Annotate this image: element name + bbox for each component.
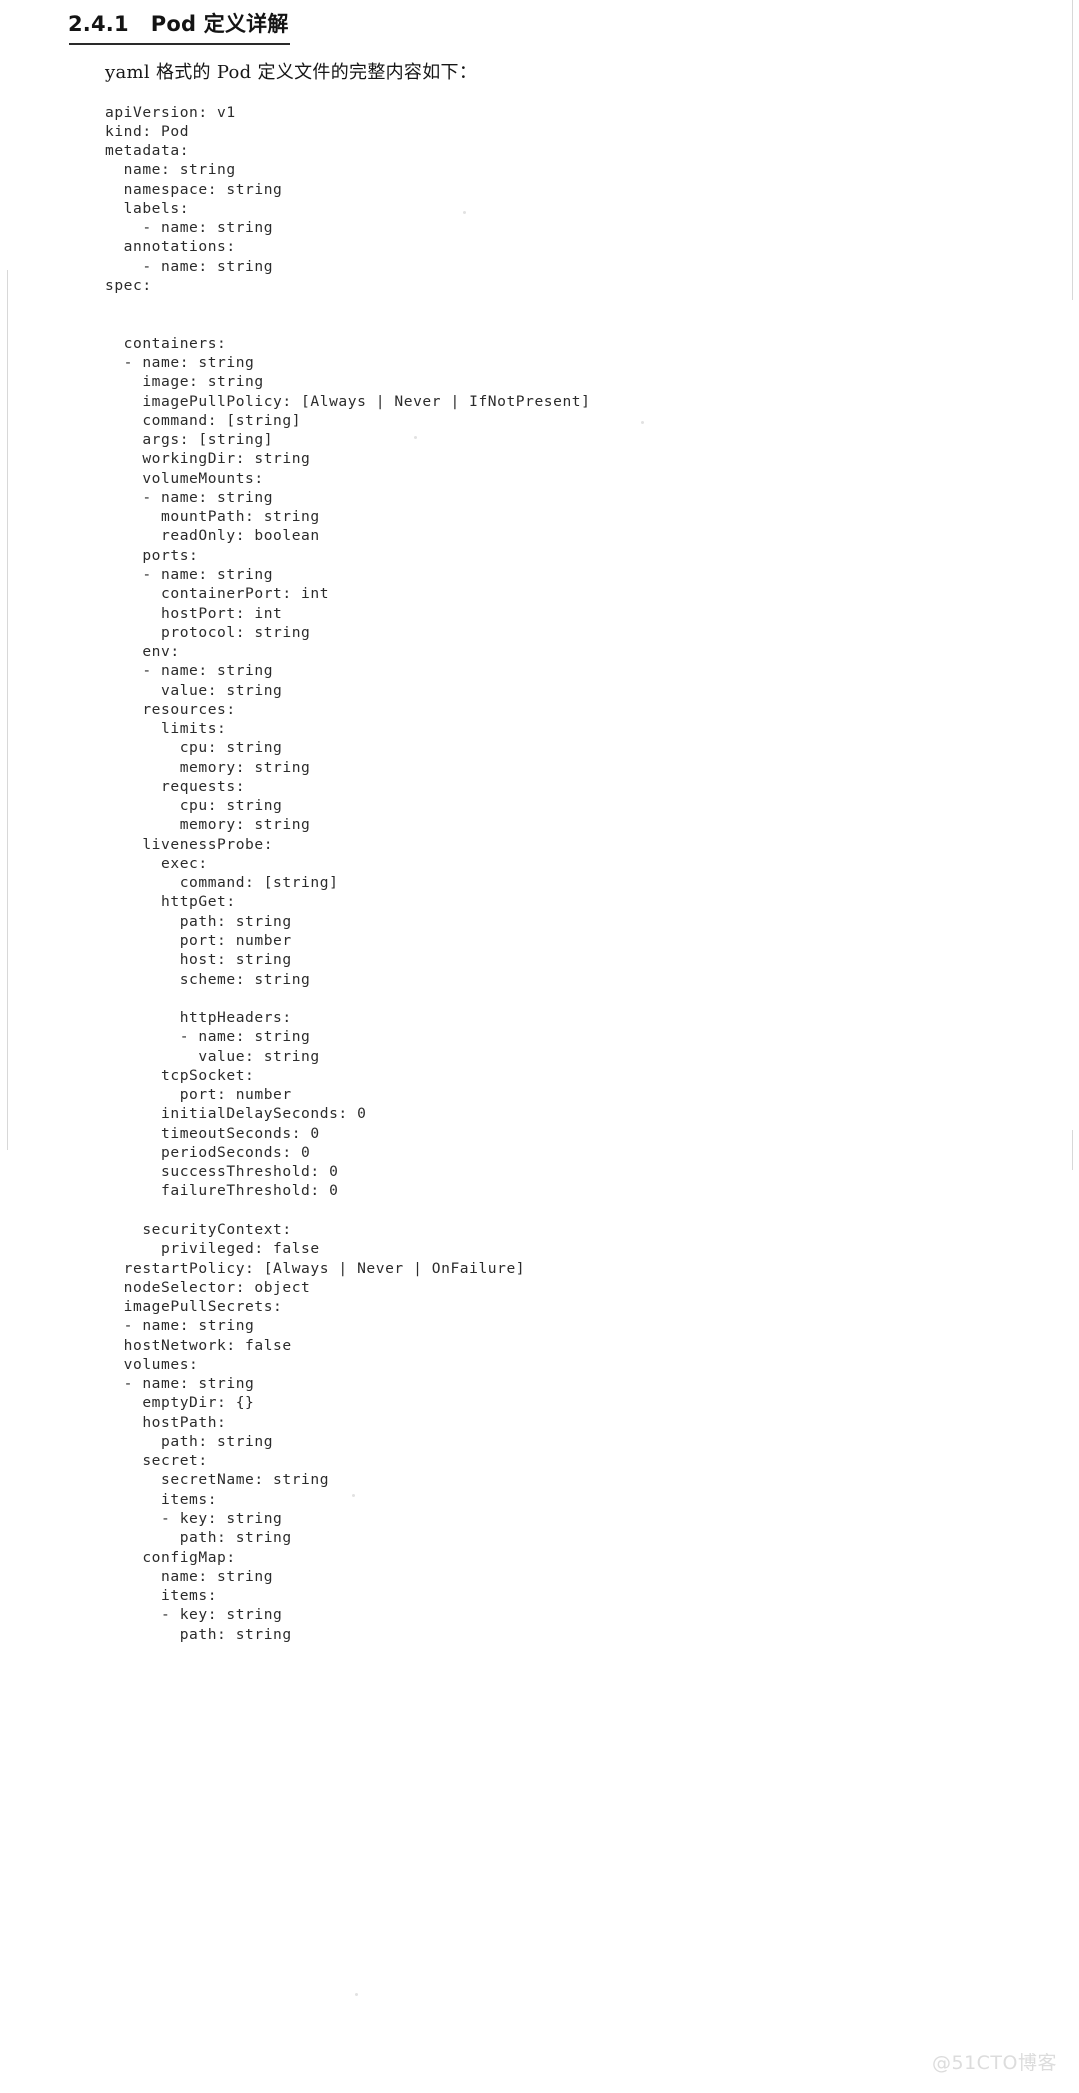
code-line: command: [string] [105,874,339,892]
code-line: secret: [105,1452,208,1470]
code-line: httpGet: [105,893,236,911]
code-line: hostPort: int [105,604,283,622]
code-line: resources: [105,700,236,718]
code-line: protocol: string [105,623,311,641]
code-line: workingDir: string [105,450,311,468]
scan-speck [355,1993,358,1996]
code-line: volumes: [105,1355,199,1373]
section-heading-number: 2.4.1 [68,12,129,36]
code-line: hostPath: [105,1413,227,1431]
code-line: readOnly: boolean [105,527,320,545]
yaml-code-listing: apiVersion: v1 kind: Pod metadata: name: s… [105,103,865,1644]
code-line: annotations: [105,238,236,256]
code-line: command: [string] [105,411,302,429]
code-line: memory: string [105,816,311,834]
code-line: initialDelaySeconds: 0 [105,1105,367,1123]
code-line: privileged: false [105,1240,320,1258]
code-line: periodSeconds: 0 [105,1143,311,1161]
code-line: containers: [105,334,227,352]
code-line: items: [105,1490,218,1508]
code-line: cpu: string [105,739,283,757]
code-line: imagePullPolicy: [Always | Never | IfNot… [105,392,591,410]
code-line: exec: [105,854,208,872]
code-line: configMap: [105,1548,236,1566]
code-line: - name: string [105,1317,255,1335]
code-line: port: number [105,1086,292,1104]
intro-paragraph: yaml 格式的 Pod 定义文件的完整内容如下： [105,62,478,83]
code-line: successThreshold: 0 [105,1163,339,1181]
code-line: ports: [105,546,199,564]
code-line: restartPolicy: [Always | Never | OnFailu… [105,1259,526,1277]
code-line: name: string [105,161,236,179]
code-line: securityContext: [105,1221,292,1238]
code-line: livenessProbe: [105,835,274,853]
section-heading: 2.4.1 Pod 定义详解 [68,8,488,45]
code-line: - name: string [105,565,274,583]
code-line: emptyDir: {} [105,1394,255,1412]
code-line: imagePullSecrets: [105,1298,283,1316]
code-line: apiVersion: v1 [105,103,236,121]
code-line: port: number [105,932,292,950]
code-line: scheme: string [105,970,311,988]
code-line: labels: [105,199,190,217]
code-line: args: [string] [105,431,274,449]
code-line: failureThreshold: 0 [105,1182,339,1200]
code-line: path: string [105,1432,274,1450]
code-line: - name: string [105,662,274,680]
code-line: hostNetwork: false [105,1336,292,1354]
page-left-scan-edge [7,270,8,1150]
code-line: env: [105,643,180,661]
section-heading-title: Pod 定义详解 [150,12,289,36]
code-line: - key: string [105,1509,283,1527]
code-line: requests: [105,777,246,795]
page-right-scan-edge [1072,0,1073,300]
code-line: - key: string [105,1606,283,1624]
code-line: items: [105,1587,218,1605]
code-line: httpHeaders: [105,1009,292,1027]
code-line: value: string [105,1047,320,1065]
code-line: path: string [105,1625,292,1643]
code-line: volumeMounts: [105,469,264,487]
page-right-scan-edge-lower [1072,1130,1073,1170]
code-line: memory: string [105,758,311,776]
code-line: - name: string [105,354,255,372]
code-line: namespace: string [105,180,283,198]
code-line: name: string [105,1567,274,1585]
code-line: mountPath: string [105,508,320,526]
code-line: cpu: string [105,797,283,815]
code-line: containerPort: int [105,585,330,603]
code-line: value: string [105,681,283,699]
code-line: - name: string [105,219,274,237]
code-line: kind: Pod [105,122,190,140]
code-line: path: string [105,1529,292,1547]
code-line: - name: string [105,488,274,506]
code-line: nodeSelector: object [105,1278,311,1296]
code-line: tcpSocket: [105,1066,255,1084]
code-line: path: string [105,912,292,930]
section-heading-row: 2.4.1 Pod 定义详解 [68,8,488,43]
section-heading-underline [69,43,290,45]
code-line: metadata: [105,142,190,160]
code-line: - name: string [105,1028,311,1046]
code-line: secretName: string [105,1471,330,1489]
code-line: - name: string [105,1375,255,1393]
code-line: timeoutSeconds: 0 [105,1124,320,1142]
code-line: limits: [105,720,227,738]
watermark: @51CTO博客 [931,2052,1057,2074]
code-line: image: string [105,373,264,391]
code-line: spec: [105,276,152,294]
code-line: host: string [105,951,292,969]
code-line: - name: string [105,257,274,275]
